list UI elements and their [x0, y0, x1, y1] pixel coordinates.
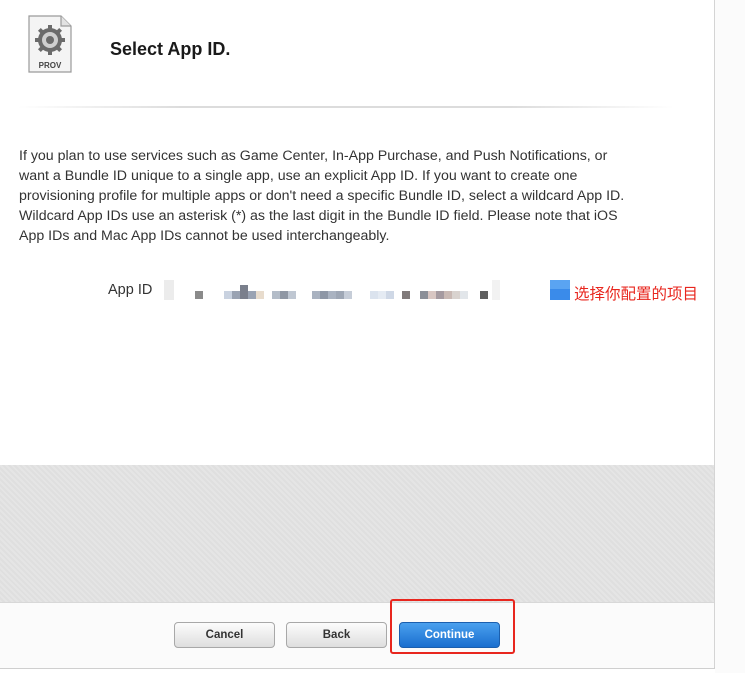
redacted-block — [402, 291, 410, 299]
back-button[interactable]: Back — [286, 622, 387, 648]
redacted-block — [492, 280, 500, 300]
dropdown-arrow-icon[interactable] — [550, 280, 570, 300]
redacted-block — [420, 291, 428, 299]
redacted-block — [272, 291, 280, 299]
page-title: Select App ID. — [110, 39, 231, 59]
redacted-block — [195, 291, 203, 299]
background-strip — [715, 0, 745, 673]
redacted-block — [444, 291, 452, 299]
prov-icon-label: PROV — [39, 61, 62, 70]
description-paragraph: If you plan to use services such as Game… — [19, 148, 625, 244]
redacted-block — [224, 291, 232, 299]
redacted-block — [386, 291, 394, 299]
app-id-row: App ID 选择你配置的项目 — [108, 280, 708, 303]
redacted-block — [344, 291, 352, 299]
description-text: If you plan to use services such as Game… — [19, 146, 639, 246]
app-id-label: App ID — [108, 282, 153, 298]
redacted-block — [370, 291, 378, 299]
redacted-block — [232, 291, 240, 299]
redacted-block — [256, 291, 264, 299]
redacted-block — [280, 291, 288, 299]
redacted-block — [164, 280, 174, 300]
redacted-block — [312, 291, 320, 299]
redacted-block — [460, 291, 468, 299]
continue-highlight-annotation — [390, 599, 515, 654]
content-divider-band — [0, 465, 714, 602]
redacted-block — [378, 291, 386, 299]
redacted-block — [428, 291, 436, 299]
cancel-button[interactable]: Cancel — [174, 622, 275, 648]
redacted-block — [436, 291, 444, 299]
annotation-select-project: 选择你配置的项目 — [574, 286, 699, 303]
redacted-block — [240, 285, 248, 299]
redacted-block — [288, 291, 296, 299]
redacted-block — [248, 291, 256, 299]
app-id-select[interactable]: 选择你配置的项目 — [158, 280, 698, 303]
header-divider — [18, 106, 674, 108]
redacted-block — [320, 291, 328, 299]
provisioning-profile-icon: PROV — [28, 15, 72, 73]
redacted-block — [452, 291, 460, 299]
redacted-block — [480, 291, 488, 299]
redacted-block — [328, 291, 336, 299]
redacted-block — [336, 291, 344, 299]
